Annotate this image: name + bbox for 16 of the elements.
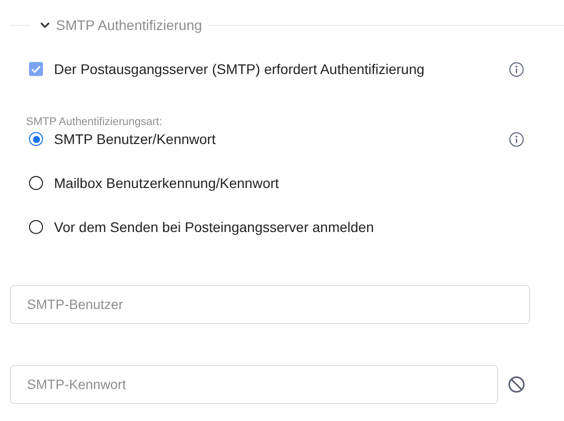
radio-button[interactable]: [29, 176, 43, 190]
chevron-icon: [40, 20, 50, 30]
section-header[interactable]: SMTP Authentifizierung: [30, 17, 208, 33]
info-icon[interactable]: [509, 62, 524, 76]
radio-button[interactable]: [29, 132, 43, 146]
radio-button[interactable]: [29, 220, 43, 234]
info-icon[interactable]: [509, 132, 524, 146]
radio-label: SMTP Benutzer/Kennwort: [54, 131, 216, 147]
input-field[interactable]: SMTP-Kennwort: [10, 365, 498, 404]
radio-label: Vor dem Senden bei Posteingangsserver anmelden: [54, 219, 374, 235]
group-label: SMTP Authentifizierungsart:: [26, 116, 164, 128]
input-field[interactable]: SMTP-Benutzer: [10, 285, 530, 324]
checkbox[interactable]: [29, 62, 43, 76]
checkbox-label: Der Postausgangsserver (SMTP) erfordert Authentifizierung: [54, 61, 424, 77]
radio-label: Mailbox Benutzerkennung/Kennwort: [54, 175, 279, 191]
prohibited-icon[interactable]: [508, 376, 525, 393]
